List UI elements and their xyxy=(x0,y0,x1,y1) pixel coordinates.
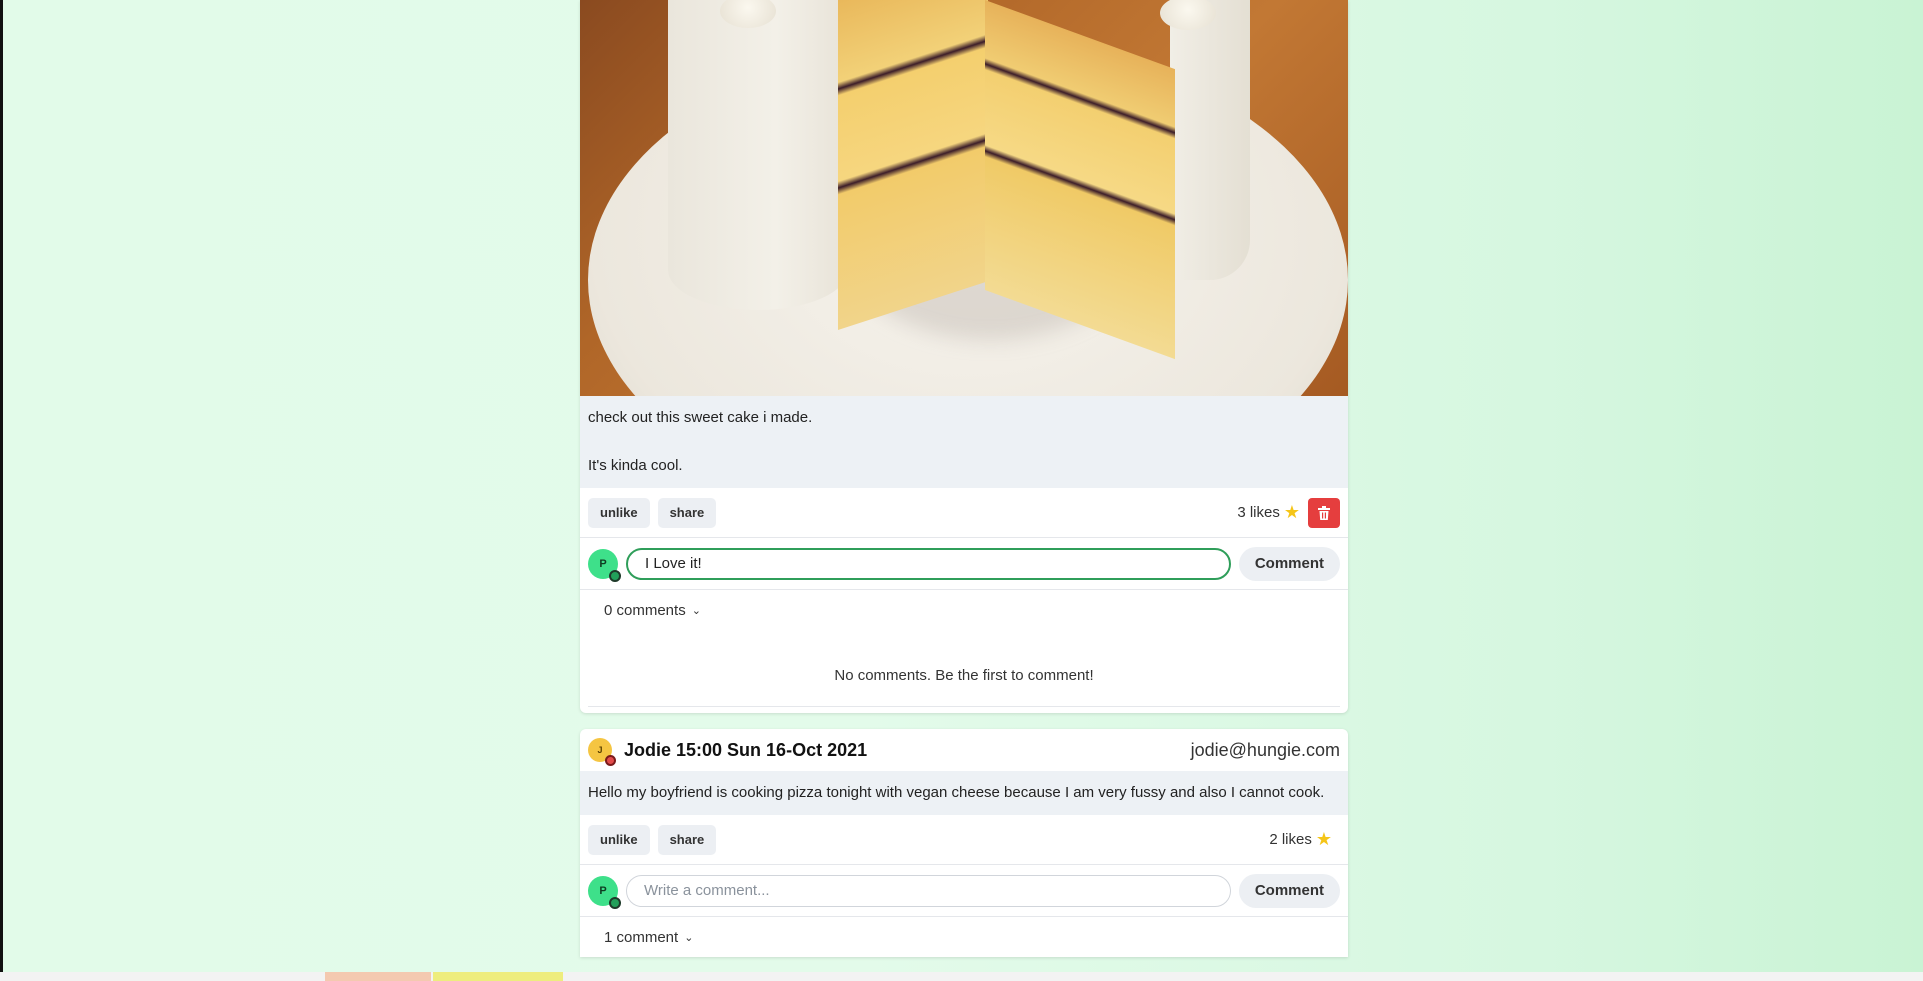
likes-label: 3 likes xyxy=(1237,504,1280,521)
empty-comments-message: No comments. Be the first to comment! xyxy=(588,630,1340,707)
star-icon: ★ xyxy=(1315,829,1332,849)
offline-status-dot xyxy=(605,755,616,766)
avatar: P xyxy=(588,875,621,909)
unlike-button[interactable]: unlike xyxy=(588,497,650,528)
post-card: check out this sweet cake i made. It's k… xyxy=(580,0,1348,713)
post-card: J Jodie 15:00 Sun 16-Oct 2021 jodie@hung… xyxy=(580,729,1348,957)
online-status-dot xyxy=(609,569,621,582)
post-actions: unlike share 3 likes ★ xyxy=(580,488,1348,538)
post-body: check out this sweet cake i made. It's k… xyxy=(580,396,1348,488)
trash-icon xyxy=(1318,505,1330,520)
comment-button[interactable]: Comment xyxy=(1238,546,1340,581)
avatar-initial: J xyxy=(597,745,603,755)
post-text-line: check out this sweet cake i made. xyxy=(588,409,813,426)
online-status-dot xyxy=(609,896,621,909)
author-avatar[interactable]: J xyxy=(588,738,616,766)
window-edge xyxy=(0,0,3,981)
taskbar xyxy=(0,972,1923,981)
star-icon: ★ xyxy=(1283,502,1300,522)
comment-input[interactable] xyxy=(626,874,1231,907)
comment-composer: P Comment xyxy=(580,538,1348,590)
likes-count: 2 likes ★ xyxy=(1269,829,1332,850)
cake-frosting-left xyxy=(668,0,848,310)
comments-toggle[interactable]: 1 comment ⌄ xyxy=(580,917,1348,957)
unlike-button[interactable]: unlike xyxy=(588,824,650,855)
share-button[interactable]: share xyxy=(657,497,717,528)
likes-count: 3 likes ★ xyxy=(1237,502,1300,523)
post-body: Hello my boyfriend is cooking pizza toni… xyxy=(580,771,1348,815)
share-button[interactable]: share xyxy=(657,824,717,855)
comments-count: 0 comments xyxy=(604,601,686,619)
post-actions: unlike share 2 likes ★ xyxy=(580,815,1348,865)
post-text-line: It's kinda cool. xyxy=(588,457,683,474)
post-header: J Jodie 15:00 Sun 16-Oct 2021 jodie@hung… xyxy=(580,729,1348,771)
avatar-initial: P xyxy=(599,884,607,897)
chevron-down-icon: ⌄ xyxy=(691,604,701,617)
delete-post-button[interactable] xyxy=(1308,497,1340,528)
cake-layers-left xyxy=(838,0,988,330)
chevron-down-icon: ⌄ xyxy=(684,931,694,944)
comment-composer: P Comment xyxy=(580,865,1348,917)
cake-frosting-right xyxy=(1170,0,1250,280)
comments-toggle[interactable]: 0 comments ⌄ xyxy=(580,590,1348,630)
avatar: P xyxy=(588,548,621,582)
post-author: Jodie 15:00 Sun 16-Oct 2021 xyxy=(624,739,868,760)
author-email: jodie@hungie.com xyxy=(1190,739,1340,760)
likes-label: 2 likes xyxy=(1269,831,1312,848)
feed: check out this sweet cake i made. It's k… xyxy=(580,0,1348,957)
taskbar-item[interactable] xyxy=(325,972,431,981)
comment-button[interactable]: Comment xyxy=(1238,873,1340,908)
avatar-initial: P xyxy=(599,557,607,570)
post-image xyxy=(580,0,1348,396)
comment-input[interactable] xyxy=(626,547,1231,580)
post-text-line: Hello my boyfriend is cooking pizza toni… xyxy=(588,784,1325,801)
taskbar-item[interactable] xyxy=(433,972,563,981)
comments-count: 1 comment xyxy=(604,928,679,946)
